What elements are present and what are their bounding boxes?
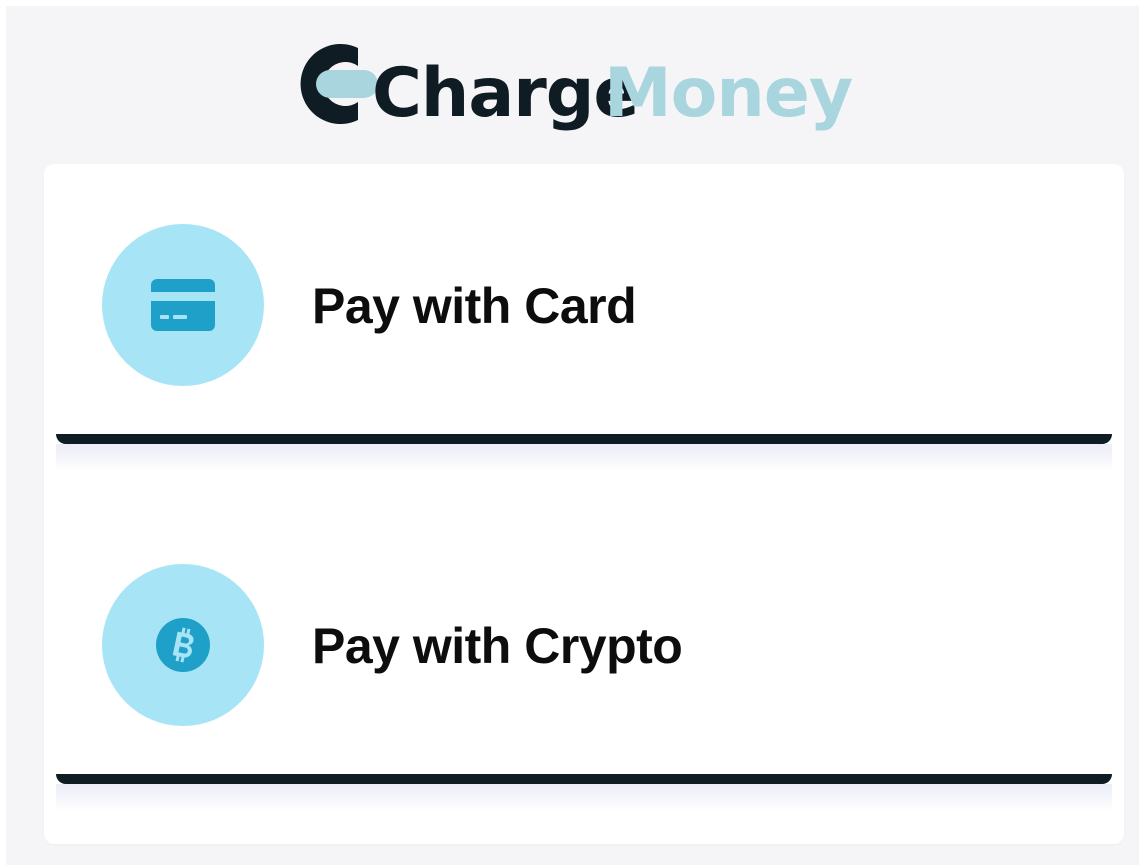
page-background: Charge Money Pay with Card Pay with Cryp…: [6, 6, 1139, 865]
pay-with-crypto-option[interactable]: Pay with Crypto: [44, 504, 1124, 812]
pay-with-card-option[interactable]: Pay with Card: [44, 164, 1124, 472]
payment-options-panel: Pay with Card Pay with Crypto: [44, 164, 1124, 844]
crypto-icon-circle: [102, 564, 264, 726]
credit-card-icon: [151, 279, 215, 331]
option-shadow: [56, 444, 1112, 472]
pay-with-crypto-label: Pay with Crypto: [312, 618, 683, 674]
logo-text-money: Money: [604, 54, 853, 132]
card-icon-circle: [102, 224, 264, 386]
pay-with-card-label: Pay with Card: [312, 278, 637, 334]
bitcoin-icon: [156, 618, 210, 672]
option-divider-bar: [56, 774, 1112, 784]
charge-money-logo: Charge Money: [286, 36, 886, 132]
option-shadow: [56, 784, 1112, 812]
option-divider-bar: [56, 434, 1112, 444]
